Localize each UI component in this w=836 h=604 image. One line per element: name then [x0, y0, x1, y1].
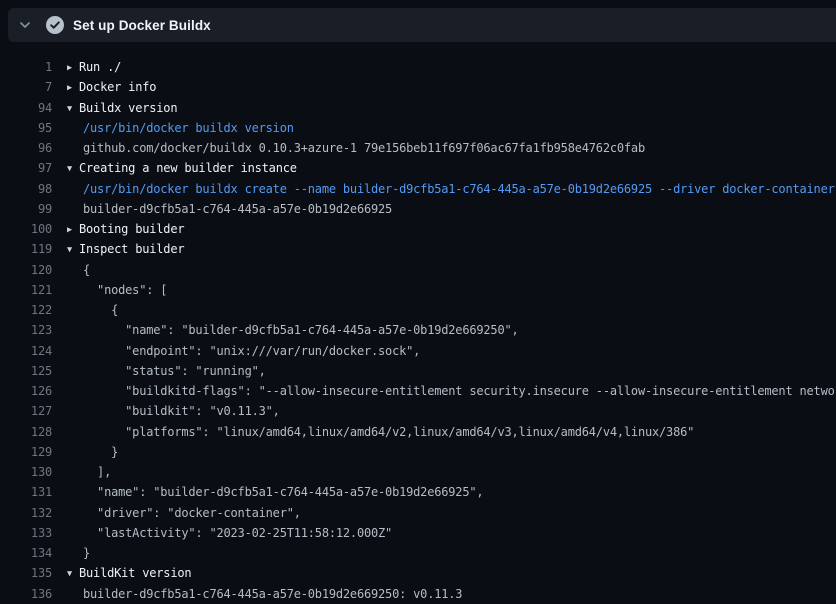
line-number[interactable]: 100: [0, 219, 52, 239]
line-number[interactable]: 123: [0, 320, 52, 340]
group-expanded-icon: ▼: [67, 99, 79, 118]
log-line: 123 "name": "builder-d9cfb5a1-c764-445a-…: [0, 320, 836, 340]
group-collapsed-icon: ▶: [67, 78, 79, 97]
group-title: BuildKit version: [79, 566, 191, 580]
chevron-down-icon[interactable]: [17, 17, 33, 33]
group-expanded-icon: ▼: [67, 564, 79, 583]
output-text: }: [83, 546, 90, 560]
log-line: 133 "lastActivity": "2023-02-25T11:58:12…: [0, 523, 836, 543]
output-text: github.com/docker/buildx 0.10.3+azure-1 …: [83, 141, 645, 155]
log-group-line[interactable]: 94 ▼Buildx version: [0, 98, 836, 118]
log-line: 129 }: [0, 442, 836, 462]
line-number[interactable]: 97: [0, 158, 52, 178]
output-text: }: [83, 445, 118, 459]
line-number[interactable]: 135: [0, 563, 52, 583]
output-text: "nodes": [: [83, 283, 167, 297]
log-group-line[interactable]: 7 ▶Docker info: [0, 77, 836, 97]
output-text: builder-d9cfb5a1-c764-445a-a57e-0b19d2e6…: [83, 202, 392, 216]
log-line: 131 "name": "builder-d9cfb5a1-c764-445a-…: [0, 482, 836, 502]
log-line: 134}: [0, 543, 836, 563]
line-number[interactable]: 1: [0, 57, 52, 77]
line-number[interactable]: 129: [0, 442, 52, 462]
line-number[interactable]: 7: [0, 77, 52, 97]
status-check-icon: [46, 16, 64, 34]
log-line: 132 "driver": "docker-container",: [0, 503, 836, 523]
log-line: 95/usr/bin/docker buildx version: [0, 118, 836, 138]
log-group-line[interactable]: 1 ▶Run ./: [0, 57, 836, 77]
log-line: 122 {: [0, 300, 836, 320]
output-text: "endpoint": "unix:///var/run/docker.sock…: [83, 344, 420, 358]
output-text: "buildkitd-flags": "--allow-insecure-ent…: [83, 384, 836, 398]
group-title: Booting builder: [79, 222, 184, 236]
line-number[interactable]: 98: [0, 179, 52, 199]
log-group-line[interactable]: 119 ▼Inspect builder: [0, 239, 836, 259]
group-collapsed-icon: ▶: [67, 58, 79, 77]
line-number[interactable]: 131: [0, 482, 52, 502]
log-group-line[interactable]: 135 ▼BuildKit version: [0, 563, 836, 583]
line-number[interactable]: 121: [0, 280, 52, 300]
group-expanded-icon: ▼: [67, 240, 79, 259]
log-line: 98/usr/bin/docker buildx create --name b…: [0, 179, 836, 199]
log-container[interactable]: 1▶Run ./7▶Docker info94▼Buildx version95…: [0, 42, 836, 604]
group-title: Run ./: [79, 60, 121, 74]
log-line: 126 "buildkitd-flags": "--allow-insecure…: [0, 381, 836, 401]
line-number[interactable]: 95: [0, 118, 52, 138]
line-number[interactable]: 127: [0, 401, 52, 421]
output-text: "buildkit": "v0.11.3",: [83, 404, 280, 418]
line-number[interactable]: 126: [0, 381, 52, 401]
log-group-line[interactable]: 100 ▶Booting builder: [0, 219, 836, 239]
log-line: 125 "status": "running",: [0, 361, 836, 381]
line-number[interactable]: 125: [0, 361, 52, 381]
step-header[interactable]: Set up Docker Buildx: [8, 8, 836, 42]
output-text: "name": "builder-d9cfb5a1-c764-445a-a57e…: [83, 323, 519, 337]
group-title: Buildx version: [79, 101, 177, 115]
line-number[interactable]: 134: [0, 543, 52, 563]
group-title: Docker info: [79, 80, 156, 94]
log-line: 128 "platforms": "linux/amd64,linux/amd6…: [0, 422, 836, 442]
output-text: "platforms": "linux/amd64,linux/amd64/v2…: [83, 425, 694, 439]
line-number[interactable]: 124: [0, 341, 52, 361]
output-text: {: [83, 263, 90, 277]
line-number[interactable]: 130: [0, 462, 52, 482]
line-number[interactable]: 96: [0, 138, 52, 158]
log-line: 130 ],: [0, 462, 836, 482]
line-number[interactable]: 122: [0, 300, 52, 320]
output-text: builder-d9cfb5a1-c764-445a-a57e-0b19d2e6…: [83, 587, 462, 601]
output-text: "driver": "docker-container",: [83, 506, 301, 520]
line-number[interactable]: 133: [0, 523, 52, 543]
log-line: 127 "buildkit": "v0.11.3",: [0, 401, 836, 421]
line-number[interactable]: 119: [0, 239, 52, 259]
line-number[interactable]: 120: [0, 260, 52, 280]
line-number[interactable]: 136: [0, 584, 52, 604]
log-line: 120 {: [0, 260, 836, 280]
line-number[interactable]: 94: [0, 98, 52, 118]
step-title: Set up Docker Buildx: [73, 18, 211, 33]
command-text: /usr/bin/docker buildx version: [83, 121, 294, 135]
group-expanded-icon: ▼: [67, 159, 79, 178]
line-number[interactable]: 128: [0, 422, 52, 442]
line-number[interactable]: 99: [0, 199, 52, 219]
log-line: 136 builder-d9cfb5a1-c764-445a-a57e-0b19d…: [0, 584, 836, 604]
command-text: /usr/bin/docker buildx create --name bui…: [83, 182, 836, 196]
output-text: "lastActivity": "2023-02-25T11:58:12.000…: [83, 526, 392, 540]
output-text: ],: [83, 465, 111, 479]
group-title: Inspect builder: [79, 242, 184, 256]
log-group-line[interactable]: 97 ▼Creating a new builder instance: [0, 158, 836, 178]
output-text: {: [83, 303, 118, 317]
output-text: "status": "running",: [83, 364, 266, 378]
log-line: 124 "endpoint": "unix:///var/run/docker.…: [0, 341, 836, 361]
log-line: 96 github.com/docker/buildx 0.10.3+azure-…: [0, 138, 836, 158]
log-line: 121 "nodes": [: [0, 280, 836, 300]
line-number[interactable]: 132: [0, 503, 52, 523]
group-collapsed-icon: ▶: [67, 220, 79, 239]
group-title: Creating a new builder instance: [79, 161, 297, 175]
log-line: 99 builder-d9cfb5a1-c764-445a-a57e-0b19d2…: [0, 199, 836, 219]
output-text: "name": "builder-d9cfb5a1-c764-445a-a57e…: [83, 485, 483, 499]
